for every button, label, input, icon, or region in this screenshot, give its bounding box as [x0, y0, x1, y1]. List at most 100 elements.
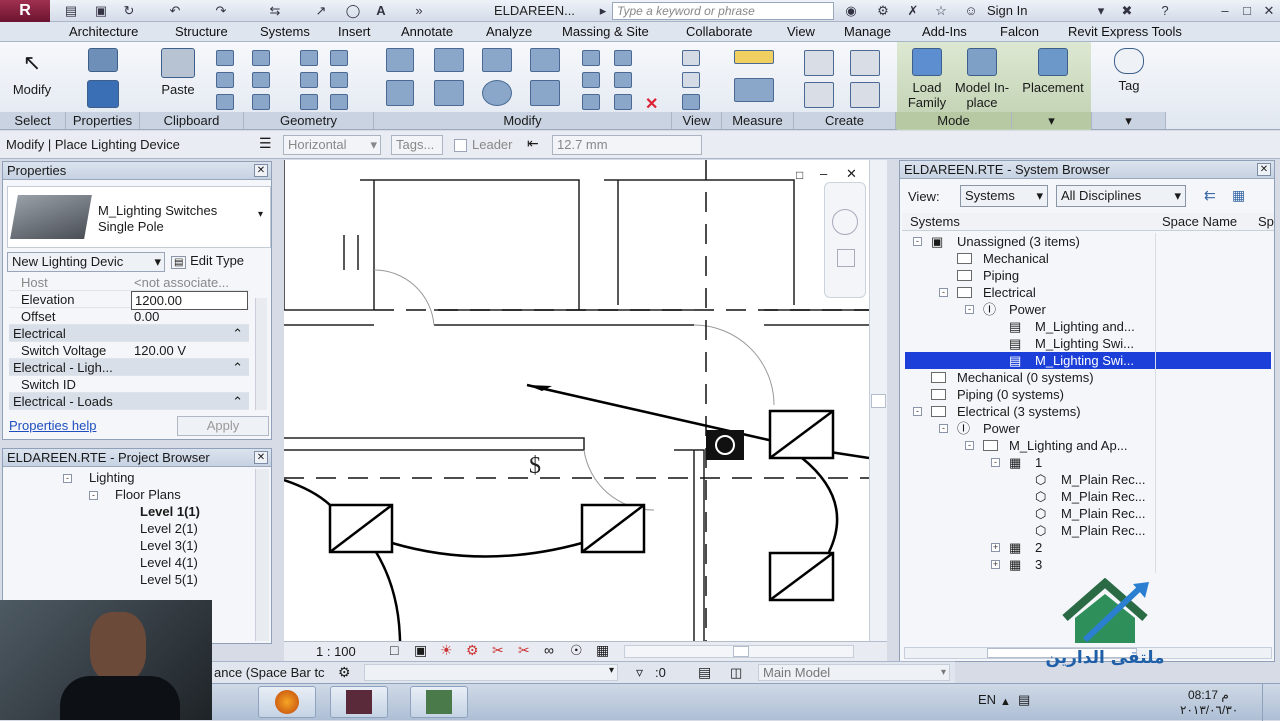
shadows-icon[interactable]: ⚙ [466, 642, 479, 659]
system-tree-row[interactable]: ▤ M_Lighting Swi... [905, 352, 1271, 369]
expand-toggle[interactable]: + [991, 543, 1000, 552]
save-icon[interactable]: ▣ [92, 2, 110, 20]
tab-add-ins[interactable]: Add-Ins [922, 24, 967, 39]
worksets-icon[interactable]: ⚙ [338, 664, 351, 681]
system-tree-row[interactable]: ⬡ M_Plain Rec... [905, 522, 1271, 539]
application-menu-button[interactable]: R [0, 0, 50, 22]
panel-view[interactable]: View [672, 112, 722, 129]
similar-icon[interactable] [850, 82, 880, 108]
tab-architecture[interactable]: Architecture [69, 24, 138, 39]
canvas-vertical-scrollbar[interactable] [869, 160, 887, 641]
system-tree-row[interactable]: - ▣ Unassigned (3 items) [905, 233, 1271, 250]
system-tree-row[interactable]: + ▦ 3 [905, 556, 1271, 573]
properties-button[interactable] [78, 76, 128, 112]
taskbar-revit[interactable] [330, 686, 388, 718]
analysis-display-icon[interactable]: ▦ [596, 642, 609, 659]
close-icon[interactable]: ✕ [1257, 163, 1271, 176]
system-tree-row[interactable]: - ▦ 1 [905, 454, 1271, 471]
collapse-toggle[interactable]: - [939, 288, 948, 297]
delete-icon[interactable]: ✕ [645, 94, 658, 114]
collapse-floor-plans[interactable]: - [89, 491, 98, 500]
tab-analyze[interactable]: Analyze [486, 24, 532, 39]
collapse-toggle[interactable]: - [913, 407, 922, 416]
system-tree-row[interactable]: - Electrical (3 systems) [905, 403, 1271, 420]
tree-item-level-1[interactable]: Level 1(1) [140, 504, 200, 520]
col-systems[interactable]: Systems [910, 213, 960, 231]
view-dropdown[interactable]: Systems ▾ [960, 185, 1048, 207]
wall-joins-icon[interactable] [330, 50, 348, 66]
measure-icon[interactable]: ↗ [312, 2, 330, 20]
system-tree-row[interactable]: ⬡ M_Plain Rec... [905, 471, 1271, 488]
communication-icon[interactable]: ✗ [904, 2, 922, 20]
copy-tool-icon[interactable] [434, 80, 464, 106]
system-tree-row[interactable]: Mechanical (0 systems) [905, 369, 1271, 386]
cut-geometry-icon[interactable] [252, 72, 270, 88]
sun-path-icon[interactable]: ☀ [440, 642, 453, 659]
favorites-icon[interactable]: ☆ [932, 2, 950, 20]
tray-arrow-icon[interactable]: ▲ [1000, 696, 1011, 708]
align-tool-icon[interactable] [386, 48, 414, 72]
offset-icon[interactable] [434, 48, 464, 72]
minimize-icon[interactable]: – [1216, 2, 1234, 20]
panel-select[interactable]: Select [0, 112, 66, 129]
tab-revit-express-tools[interactable]: Revit Express Tools [1068, 24, 1182, 39]
trim-multiple-icon[interactable] [582, 94, 600, 110]
collapse-toggle[interactable]: - [939, 424, 948, 433]
network-icon[interactable]: ▤ [1018, 692, 1030, 708]
system-tree-row[interactable]: Piping [905, 267, 1271, 284]
offset-input[interactable]: 0.00 [131, 308, 248, 325]
collapse-toggle[interactable]: - [913, 237, 922, 246]
visual-style-icon[interactable]: ▣ [414, 642, 427, 659]
system-tree-row[interactable]: Mechanical [905, 250, 1271, 267]
collapse-toggle[interactable]: - [991, 458, 1000, 467]
minimize-view-icon[interactable]: – [820, 166, 840, 181]
placement-button[interactable]: Placement [1015, 44, 1091, 95]
create-group-icon[interactable] [804, 50, 834, 76]
edit-type-button[interactable]: ▤ Edit Type [171, 252, 267, 272]
restore-icon[interactable]: □ [1238, 2, 1256, 20]
create-assembly-icon[interactable] [850, 50, 880, 76]
cut-icon[interactable] [216, 50, 234, 66]
scale-icon[interactable] [614, 72, 632, 88]
tab-systems[interactable]: Systems [260, 24, 310, 39]
tab-falcon[interactable]: Falcon [1000, 24, 1039, 39]
close-icon[interactable]: ✕ [254, 164, 268, 177]
close-icon[interactable]: ✕ [254, 451, 268, 464]
zoom-icon[interactable] [837, 249, 855, 267]
override-icon[interactable] [682, 72, 700, 88]
restore-view-icon[interactable]: □ [796, 168, 816, 182]
paint-icon[interactable] [300, 72, 318, 88]
help-icon[interactable]: ? [1156, 2, 1174, 20]
prop-group-electrical-loads[interactable]: Electrical - Loads ⌃ [9, 393, 249, 410]
steering-wheel-icon[interactable] [832, 209, 858, 235]
discipline-dropdown[interactable]: All Disciplines ▾ [1056, 185, 1186, 207]
trim-icon[interactable] [530, 80, 560, 106]
collapse-toggle[interactable]: - [965, 441, 974, 450]
type-selector[interactable]: M_Lighting Switches Single Pole ▾ [7, 186, 271, 248]
reveal-hidden-icon[interactable]: ☉ [570, 642, 583, 659]
split-icon[interactable] [582, 50, 600, 66]
properties-help-link[interactable]: Properties help [9, 418, 96, 433]
design-option-dropdown[interactable]: Main Model ▾ [758, 664, 950, 681]
leader-checkbox[interactable] [454, 139, 467, 152]
modify-button[interactable]: ↖ Modify [6, 44, 58, 97]
show-desktop-button[interactable] [1262, 684, 1280, 721]
detail-level-icon[interactable]: □ [390, 642, 398, 658]
leader-length-input[interactable]: 12.7 mm [552, 135, 702, 155]
user-icon[interactable]: ☺ [962, 2, 980, 20]
copy-icon[interactable] [216, 72, 234, 88]
temporary-hide-icon[interactable]: ∞ [544, 642, 554, 658]
prop-group-electrical[interactable]: Electrical ⌃ [9, 325, 249, 342]
model-inplace-button[interactable]: Model In-place [953, 44, 1011, 110]
apply-button[interactable]: Apply [177, 416, 269, 436]
hammer-icon[interactable] [330, 94, 348, 110]
panel-tag-expander[interactable]: ▾ [1092, 112, 1166, 129]
join-icon[interactable] [252, 94, 270, 110]
tab-view[interactable]: View [787, 24, 815, 39]
crop-view-icon[interactable]: ✂ [492, 642, 504, 659]
tab-collaborate[interactable]: Collaborate [686, 24, 753, 39]
text-icon[interactable]: A [372, 2, 390, 20]
system-tree-row[interactable]: Piping (0 systems) [905, 386, 1271, 403]
unpin-icon[interactable] [614, 50, 632, 66]
cope-icon[interactable] [252, 50, 270, 66]
